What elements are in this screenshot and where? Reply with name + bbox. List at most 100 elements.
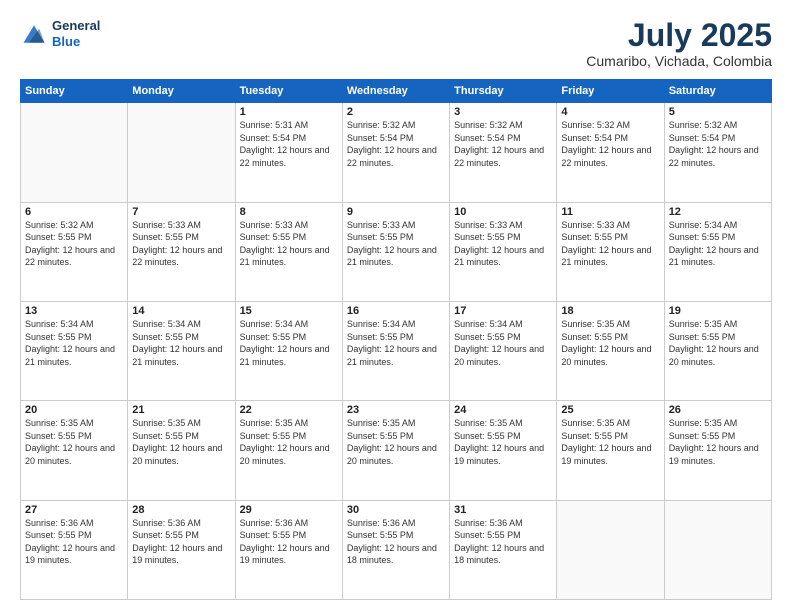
day-cell: 28Sunrise: 5:36 AM Sunset: 5:55 PM Dayli… (128, 500, 235, 599)
day-info: Sunrise: 5:35 AM Sunset: 5:55 PM Dayligh… (347, 417, 445, 467)
day-cell: 7Sunrise: 5:33 AM Sunset: 5:55 PM Daylig… (128, 202, 235, 301)
day-cell: 27Sunrise: 5:36 AM Sunset: 5:55 PM Dayli… (21, 500, 128, 599)
day-info: Sunrise: 5:36 AM Sunset: 5:55 PM Dayligh… (347, 517, 445, 567)
day-cell: 14Sunrise: 5:34 AM Sunset: 5:55 PM Dayli… (128, 301, 235, 400)
day-info: Sunrise: 5:35 AM Sunset: 5:55 PM Dayligh… (561, 417, 659, 467)
day-cell: 30Sunrise: 5:36 AM Sunset: 5:55 PM Dayli… (342, 500, 449, 599)
day-number: 1 (240, 106, 338, 118)
day-cell: 26Sunrise: 5:35 AM Sunset: 5:55 PM Dayli… (664, 401, 771, 500)
day-cell: 9Sunrise: 5:33 AM Sunset: 5:55 PM Daylig… (342, 202, 449, 301)
day-number: 17 (454, 305, 552, 317)
day-info: Sunrise: 5:34 AM Sunset: 5:55 PM Dayligh… (132, 318, 230, 368)
day-cell: 4Sunrise: 5:32 AM Sunset: 5:54 PM Daylig… (557, 103, 664, 202)
day-cell: 20Sunrise: 5:35 AM Sunset: 5:55 PM Dayli… (21, 401, 128, 500)
day-info: Sunrise: 5:34 AM Sunset: 5:55 PM Dayligh… (240, 318, 338, 368)
day-cell (128, 103, 235, 202)
day-info: Sunrise: 5:33 AM Sunset: 5:55 PM Dayligh… (132, 219, 230, 269)
day-number: 24 (454, 404, 552, 416)
week-row-1: 1Sunrise: 5:31 AM Sunset: 5:54 PM Daylig… (21, 103, 772, 202)
day-info: Sunrise: 5:34 AM Sunset: 5:55 PM Dayligh… (669, 219, 767, 269)
day-cell: 21Sunrise: 5:35 AM Sunset: 5:55 PM Dayli… (128, 401, 235, 500)
day-number: 8 (240, 206, 338, 218)
day-cell: 17Sunrise: 5:34 AM Sunset: 5:55 PM Dayli… (450, 301, 557, 400)
day-number: 12 (669, 206, 767, 218)
day-number: 3 (454, 106, 552, 118)
week-row-4: 20Sunrise: 5:35 AM Sunset: 5:55 PM Dayli… (21, 401, 772, 500)
page: General Blue July 2025 Cumaribo, Vichada… (0, 0, 792, 612)
day-info: Sunrise: 5:35 AM Sunset: 5:55 PM Dayligh… (454, 417, 552, 467)
header: General Blue July 2025 Cumaribo, Vichada… (20, 18, 772, 69)
day-cell: 19Sunrise: 5:35 AM Sunset: 5:55 PM Dayli… (664, 301, 771, 400)
header-day-wednesday: Wednesday (342, 80, 449, 103)
day-cell: 6Sunrise: 5:32 AM Sunset: 5:55 PM Daylig… (21, 202, 128, 301)
day-cell: 31Sunrise: 5:36 AM Sunset: 5:55 PM Dayli… (450, 500, 557, 599)
day-number: 6 (25, 206, 123, 218)
logo-text: General Blue (52, 18, 100, 49)
day-number: 20 (25, 404, 123, 416)
day-info: Sunrise: 5:35 AM Sunset: 5:55 PM Dayligh… (669, 417, 767, 467)
day-cell: 18Sunrise: 5:35 AM Sunset: 5:55 PM Dayli… (557, 301, 664, 400)
header-day-friday: Friday (557, 80, 664, 103)
logo: General Blue (20, 18, 100, 49)
calendar-table: SundayMondayTuesdayWednesdayThursdayFrid… (20, 79, 772, 600)
day-info: Sunrise: 5:35 AM Sunset: 5:55 PM Dayligh… (240, 417, 338, 467)
day-number: 19 (669, 305, 767, 317)
day-info: Sunrise: 5:31 AM Sunset: 5:54 PM Dayligh… (240, 119, 338, 169)
day-info: Sunrise: 5:33 AM Sunset: 5:55 PM Dayligh… (454, 219, 552, 269)
day-number: 9 (347, 206, 445, 218)
day-info: Sunrise: 5:34 AM Sunset: 5:55 PM Dayligh… (454, 318, 552, 368)
day-info: Sunrise: 5:32 AM Sunset: 5:54 PM Dayligh… (347, 119, 445, 169)
day-cell: 11Sunrise: 5:33 AM Sunset: 5:55 PM Dayli… (557, 202, 664, 301)
title-block: July 2025 Cumaribo, Vichada, Colombia (586, 18, 772, 69)
logo-line1: General (52, 18, 100, 34)
day-info: Sunrise: 5:33 AM Sunset: 5:55 PM Dayligh… (240, 219, 338, 269)
logo-icon (20, 20, 48, 48)
day-info: Sunrise: 5:32 AM Sunset: 5:55 PM Dayligh… (25, 219, 123, 269)
day-cell: 23Sunrise: 5:35 AM Sunset: 5:55 PM Dayli… (342, 401, 449, 500)
day-number: 21 (132, 404, 230, 416)
day-cell: 12Sunrise: 5:34 AM Sunset: 5:55 PM Dayli… (664, 202, 771, 301)
day-number: 11 (561, 206, 659, 218)
main-title: July 2025 (586, 18, 772, 53)
day-info: Sunrise: 5:36 AM Sunset: 5:55 PM Dayligh… (240, 517, 338, 567)
day-number: 31 (454, 504, 552, 516)
header-day-tuesday: Tuesday (235, 80, 342, 103)
day-info: Sunrise: 5:36 AM Sunset: 5:55 PM Dayligh… (132, 517, 230, 567)
header-day-saturday: Saturday (664, 80, 771, 103)
day-number: 7 (132, 206, 230, 218)
day-info: Sunrise: 5:35 AM Sunset: 5:55 PM Dayligh… (25, 417, 123, 467)
day-cell: 13Sunrise: 5:34 AM Sunset: 5:55 PM Dayli… (21, 301, 128, 400)
day-info: Sunrise: 5:34 AM Sunset: 5:55 PM Dayligh… (25, 318, 123, 368)
day-info: Sunrise: 5:32 AM Sunset: 5:54 PM Dayligh… (454, 119, 552, 169)
day-number: 16 (347, 305, 445, 317)
day-cell: 2Sunrise: 5:32 AM Sunset: 5:54 PM Daylig… (342, 103, 449, 202)
day-cell: 3Sunrise: 5:32 AM Sunset: 5:54 PM Daylig… (450, 103, 557, 202)
day-number: 25 (561, 404, 659, 416)
day-cell: 15Sunrise: 5:34 AM Sunset: 5:55 PM Dayli… (235, 301, 342, 400)
day-number: 4 (561, 106, 659, 118)
week-row-5: 27Sunrise: 5:36 AM Sunset: 5:55 PM Dayli… (21, 500, 772, 599)
day-number: 10 (454, 206, 552, 218)
day-cell: 29Sunrise: 5:36 AM Sunset: 5:55 PM Dayli… (235, 500, 342, 599)
day-info: Sunrise: 5:36 AM Sunset: 5:55 PM Dayligh… (454, 517, 552, 567)
logo-line2: Blue (52, 34, 100, 50)
day-cell (664, 500, 771, 599)
day-cell (21, 103, 128, 202)
day-number: 18 (561, 305, 659, 317)
day-info: Sunrise: 5:35 AM Sunset: 5:55 PM Dayligh… (561, 318, 659, 368)
day-cell: 22Sunrise: 5:35 AM Sunset: 5:55 PM Dayli… (235, 401, 342, 500)
day-cell: 5Sunrise: 5:32 AM Sunset: 5:54 PM Daylig… (664, 103, 771, 202)
day-cell: 1Sunrise: 5:31 AM Sunset: 5:54 PM Daylig… (235, 103, 342, 202)
day-number: 30 (347, 504, 445, 516)
day-number: 29 (240, 504, 338, 516)
day-info: Sunrise: 5:33 AM Sunset: 5:55 PM Dayligh… (561, 219, 659, 269)
week-row-3: 13Sunrise: 5:34 AM Sunset: 5:55 PM Dayli… (21, 301, 772, 400)
day-cell: 24Sunrise: 5:35 AM Sunset: 5:55 PM Dayli… (450, 401, 557, 500)
day-number: 2 (347, 106, 445, 118)
header-row: SundayMondayTuesdayWednesdayThursdayFrid… (21, 80, 772, 103)
header-day-monday: Monday (128, 80, 235, 103)
day-cell: 16Sunrise: 5:34 AM Sunset: 5:55 PM Dayli… (342, 301, 449, 400)
day-number: 27 (25, 504, 123, 516)
day-number: 28 (132, 504, 230, 516)
day-info: Sunrise: 5:36 AM Sunset: 5:55 PM Dayligh… (25, 517, 123, 567)
